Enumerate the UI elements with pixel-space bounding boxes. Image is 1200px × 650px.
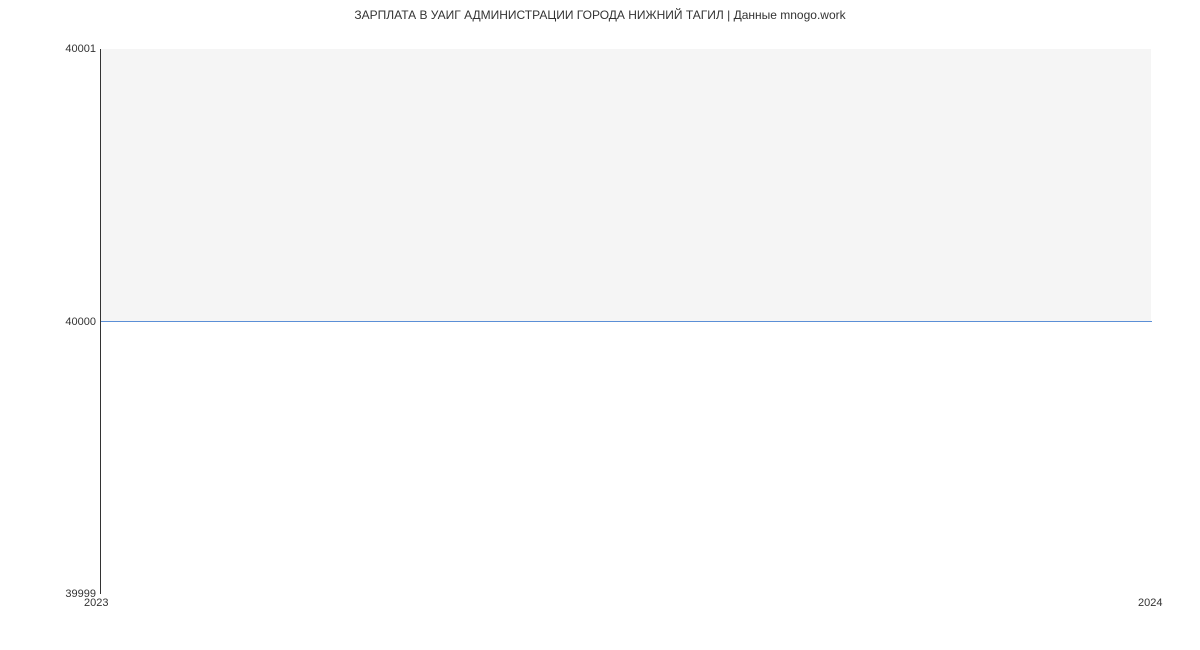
chart-title: ЗАРПЛАТА В УАИГ АДМИНИСТРАЦИИ ГОРОДА НИЖ… [0,8,1200,22]
x-tick-label: 2024 [1138,597,1162,609]
y-tick-label: 40001 [36,43,96,55]
plot-area [100,49,1151,594]
y-tick-label: 40000 [36,316,96,328]
data-line [101,321,1152,322]
chart-container: ЗАРПЛАТА В УАИГ АДМИНИСТРАЦИИ ГОРОДА НИЖ… [0,0,1200,650]
x-tick-label: 2023 [84,597,108,609]
plot-lower-half [101,321,1152,595]
